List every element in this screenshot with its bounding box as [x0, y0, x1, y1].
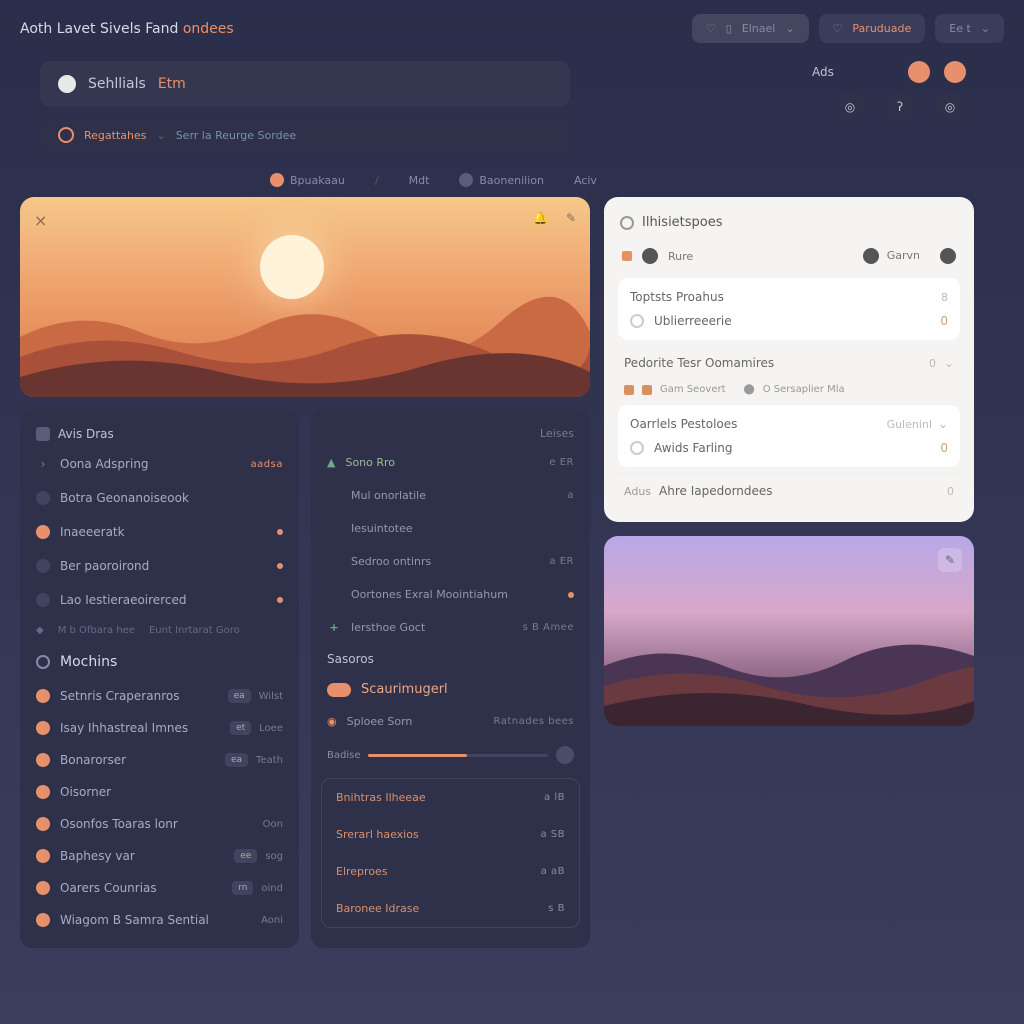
panel-row[interactable]: Pedorite Tesr Oomamires0⌄ [618, 346, 960, 380]
panel-item[interactable]: Ublierreeerie0 [630, 304, 948, 328]
tool-icon-3[interactable]: ◎ [934, 91, 966, 123]
list-item[interactable]: Baphesy vareesog [20, 840, 299, 872]
list-item[interactable]: Mul onorlatilea [311, 479, 590, 512]
ring-icon [58, 127, 74, 143]
label: Ads [812, 65, 834, 79]
file-icon: ▯ [726, 22, 732, 35]
ring-icon [620, 216, 634, 230]
list-item[interactable]: Setnris CraperanroseaWilst [20, 680, 299, 712]
list-item[interactable]: Baronee Idrases B [322, 890, 579, 927]
list-item[interactable]: +Iersthoe Gocts B Amee [311, 611, 590, 644]
dropdown-2[interactable]: ♡ Paruduade [819, 14, 926, 43]
list-item[interactable]: Wiagom B Samra SentialAoni [20, 904, 299, 936]
action-1[interactable] [908, 61, 930, 83]
list-item[interactable]: BonarorsereaTeath [20, 744, 299, 776]
chevron-down-icon: ⌄ [944, 356, 954, 370]
tool-icon-2[interactable]: ʔ [884, 91, 916, 123]
dropdown-1[interactable]: ♡ ▯ Elnael ⌄ [692, 14, 809, 43]
list-item[interactable]: Oisorner [20, 776, 299, 808]
panel-row[interactable]: Adus Ahre Iapedorndees0 [618, 473, 960, 508]
edit-icon[interactable]: ✎ [566, 211, 576, 225]
dot-icon [642, 248, 658, 264]
avatar [58, 75, 76, 93]
tab-2[interactable]: Mdt [409, 174, 430, 187]
chevron-down-icon: ⌄ [981, 22, 990, 35]
list-item[interactable]: Elreproesa aB [322, 853, 579, 890]
heart-icon: ♡ [833, 22, 843, 35]
list-item[interactable]: Lao Iestieraeoirerced [20, 583, 299, 617]
search-bar[interactable]: Sehllials Etm [40, 61, 570, 107]
list-item[interactable]: Iesuintotee [311, 512, 590, 545]
subheader: Sasoros [311, 644, 590, 674]
list-item[interactable]: Bnihtras Ilheeaea lB [322, 779, 579, 816]
close-icon[interactable]: × [34, 211, 47, 230]
breadcrumb[interactable]: Regattahes ⌄ Serr la Reurge Sordee [40, 115, 570, 155]
toggle-icon [327, 683, 351, 697]
chevron-down-icon: ⌄ [785, 22, 794, 35]
square-icon [622, 251, 632, 261]
list-item[interactable]: Inaeeeratk [20, 515, 299, 549]
list-item[interactable]: ▲Sono Rroe ER [311, 446, 590, 479]
dropdown-3[interactable]: Ee t ⌄ [935, 14, 1004, 43]
list-item[interactable]: ›Oona Adspringaadsa [20, 447, 299, 481]
list-item[interactable]: Botra Geonanoiseook [20, 481, 299, 515]
bell-icon[interactable]: 🔔 [533, 211, 548, 225]
panel-row[interactable]: Rure Garvn [618, 240, 960, 272]
panel-item[interactable]: Awids Farling0 [630, 431, 948, 455]
edit-icon[interactable]: ✎ [938, 548, 962, 572]
tab-1[interactable]: Bpuakaau [270, 173, 345, 187]
toggle-chip[interactable]: Scaurimugerl [311, 674, 590, 705]
chevron-icon: ⌄ [156, 129, 165, 142]
tab-4[interactable]: Aciv [574, 174, 597, 187]
hero-image: × 🔔 ✎ [20, 197, 590, 397]
slider[interactable]: Badise [311, 738, 590, 772]
list-item[interactable]: Osonfos Toaras lonrOon [20, 808, 299, 840]
action-2[interactable] [944, 61, 966, 83]
card-a: Avis Dras ›Oona AdspringaadsaBotra Geona… [20, 409, 299, 948]
slider-knob[interactable] [556, 746, 574, 764]
side-panel: Ilhisietspoes Rure Garvn Toptsts Proahus… [604, 197, 974, 522]
card-b: Leises ▲Sono Rroe ERMul onorlatileaIesui… [311, 409, 590, 948]
panel-card: Toptsts Proahus8 Ublierreeerie0 [618, 278, 960, 340]
heart-icon: ♡ [706, 22, 716, 35]
separator-text: ◆M b Ofbara heeEunt Inrtarat Goro [20, 617, 299, 644]
list-item[interactable]: Oarers Counriasrnoind [20, 872, 299, 904]
dot-icon [940, 248, 956, 264]
list-item[interactable]: Sedroo ontinrsa ER [311, 545, 590, 578]
list-item[interactable]: ◉Sploee Sorn Ratnades bees [311, 705, 590, 738]
radio-icon [630, 314, 644, 328]
chevron-down-icon: ⌄ [938, 417, 948, 431]
list-item[interactable]: Ber paoroirond [20, 549, 299, 583]
thumbnail-image: ✎ [604, 536, 974, 726]
list-item[interactable]: Srerarl haexiosa SB [322, 816, 579, 853]
radio-icon [630, 441, 644, 455]
panel-card: Oarrlels PestoloesGuleninl⌄ Awids Farlin… [618, 405, 960, 467]
card-icon [36, 427, 50, 441]
list-item[interactable]: Isay Ihhastreal ImnesetLoee [20, 712, 299, 744]
tab-3[interactable]: Baonenilion [459, 173, 544, 187]
ring-icon [36, 655, 50, 669]
section-header: Mochins [20, 644, 299, 680]
micro-row: Gam Seovert ⬤O Sersaplier Mla [618, 380, 960, 399]
app-title: Aoth Lavet Sivels Fand ondees [20, 21, 680, 37]
list-item[interactable]: Oortones Exral Moointiahum [311, 578, 590, 611]
tool-icon-1[interactable]: ◎ [834, 91, 866, 123]
